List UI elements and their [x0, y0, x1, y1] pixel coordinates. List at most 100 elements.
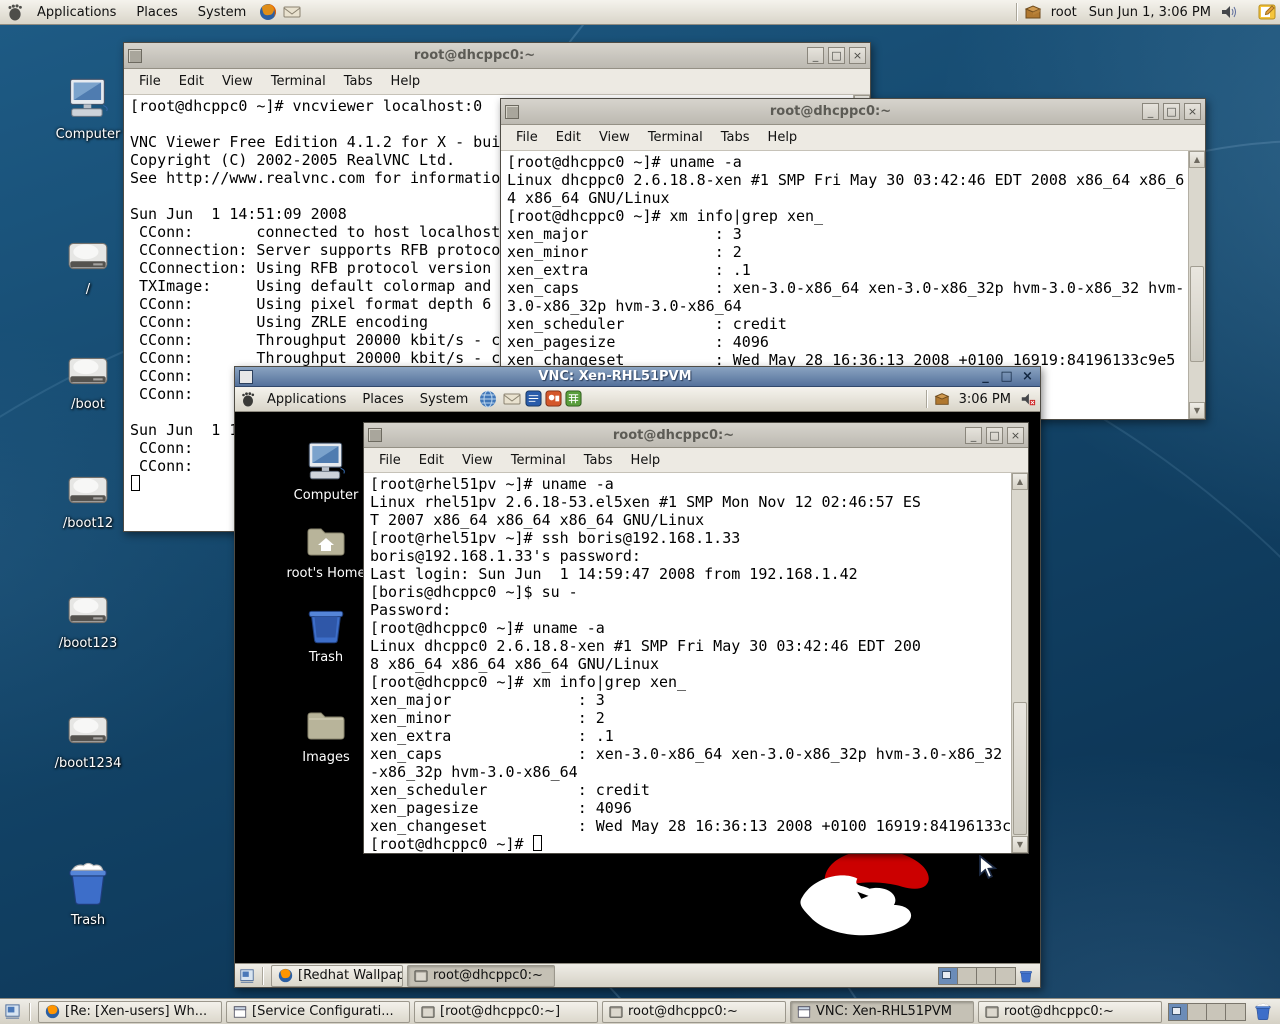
vnc-titlebar[interactable]: VNC: Xen-RHL51PVM _ □ ×: [235, 367, 1040, 387]
task-button-terminal-1[interactable]: root@dhcppc0:~: [602, 1001, 786, 1023]
minimize-button[interactable]: _: [977, 368, 994, 385]
notes-applet-icon[interactable]: [1258, 3, 1276, 21]
trash-applet-icon[interactable]: [1253, 1002, 1273, 1022]
close-button[interactable]: ×: [1019, 368, 1036, 385]
terminal1-titlebar[interactable]: root@dhcppc0:~ _ □ ×: [124, 43, 870, 69]
workspace-1[interactable]: [939, 968, 958, 984]
task-button-service-config[interactable]: [Service Configurati...: [226, 1001, 410, 1023]
menu-edit[interactable]: Edit: [410, 453, 453, 468]
menu-tabs[interactable]: Tabs: [335, 74, 382, 89]
vnc-icon-computer[interactable]: Computer: [278, 440, 374, 503]
minimize-button[interactable]: _: [807, 47, 824, 64]
package-updater-icon[interactable]: [934, 391, 950, 407]
workspace-4[interactable]: [996, 968, 1015, 984]
menu-file[interactable]: File: [507, 130, 547, 145]
close-button[interactable]: ×: [849, 47, 866, 64]
workspace-3[interactable]: [977, 968, 996, 984]
menu-view[interactable]: View: [453, 453, 502, 468]
workspace-1[interactable]: [1169, 1004, 1188, 1020]
workspace-2[interactable]: [1188, 1004, 1207, 1020]
terminal-icon: [368, 428, 382, 442]
close-button[interactable]: ×: [1184, 103, 1201, 120]
desktop-icon-boot1234[interactable]: /boot1234: [38, 707, 138, 771]
show-desktop-icon[interactable]: [4, 1003, 22, 1021]
minimize-button[interactable]: _: [965, 427, 982, 444]
scrollbar-thumb[interactable]: [1190, 266, 1204, 362]
workspace-4[interactable]: [1226, 1004, 1245, 1020]
openoffice-writer-icon[interactable]: [525, 390, 543, 408]
firefox-launcher-icon[interactable]: [259, 3, 277, 21]
menu-terminal[interactable]: Terminal: [502, 453, 575, 468]
terminal2-scrollbar[interactable]: ▲ ▼: [1188, 151, 1205, 419]
task-button-terminal[interactable]: root@dhcppc0:~: [407, 965, 555, 987]
menu-places[interactable]: Places: [354, 387, 411, 411]
vnc-terminal-titlebar[interactable]: root@dhcppc0:~ _ □ ×: [364, 423, 1028, 448]
menu-tabs[interactable]: Tabs: [712, 130, 759, 145]
menu-help[interactable]: Help: [759, 130, 807, 145]
workspace-3[interactable]: [1207, 1004, 1226, 1020]
menu-file[interactable]: File: [370, 453, 410, 468]
terminal2-titlebar[interactable]: root@dhcppc0:~ _ □ ×: [501, 99, 1205, 125]
task-button-mail-message[interactable]: [Re: [Xen-users] Wh...: [38, 1001, 222, 1023]
vnc-terminal-body[interactable]: [root@rhel51pv ~]# uname -a Linux rhel51…: [364, 473, 1028, 853]
menu-view[interactable]: View: [590, 130, 639, 145]
close-button[interactable]: ×: [1007, 427, 1024, 444]
openoffice-impress-icon[interactable]: [545, 390, 563, 408]
maximize-button[interactable]: □: [1163, 103, 1180, 120]
menu-view[interactable]: View: [213, 74, 262, 89]
menu-terminal[interactable]: Terminal: [262, 74, 335, 89]
vnc-terminal-scrollbar[interactable]: ▲ ▼: [1011, 473, 1028, 853]
taskbar-separator: [262, 967, 263, 985]
menu-edit[interactable]: Edit: [170, 74, 213, 89]
desktop-icon-trash[interactable]: Trash: [38, 860, 138, 928]
terminal1-title: root@dhcppc0:~: [146, 48, 803, 63]
menu-places[interactable]: Places: [126, 0, 187, 24]
maximize-button[interactable]: □: [986, 427, 1003, 444]
menu-terminal[interactable]: Terminal: [639, 130, 712, 145]
mouse-cursor: [977, 855, 999, 881]
user-switcher[interactable]: root: [1045, 5, 1083, 20]
evolution-mail-icon[interactable]: [503, 390, 521, 408]
clock[interactable]: Sun Jun 1, 3:06 PM: [1083, 5, 1217, 20]
scroll-up-button[interactable]: ▲: [1189, 151, 1205, 168]
vnc-icon-trash[interactable]: Trash: [278, 602, 374, 665]
gnome-foot-icon[interactable]: [6, 3, 24, 21]
menu-applications[interactable]: Applications: [259, 387, 354, 411]
vnc-terminal-cursor: [533, 835, 542, 851]
package-updater-icon[interactable]: [1024, 3, 1042, 21]
trash-applet-icon[interactable]: [1018, 968, 1034, 984]
desktop-icon-boot123[interactable]: /boot123: [38, 587, 138, 651]
vnc-clock[interactable]: 3:06 PM: [953, 392, 1017, 407]
maximize-button[interactable]: □: [998, 368, 1015, 385]
menu-tabs[interactable]: Tabs: [575, 453, 622, 468]
task-button-terminal-minimized[interactable]: [root@dhcppc0:~]: [414, 1001, 598, 1023]
minimize-button[interactable]: _: [1142, 103, 1159, 120]
vnc-icon-images[interactable]: Images: [278, 704, 374, 765]
scroll-down-button[interactable]: ▼: [1189, 402, 1205, 419]
menu-file[interactable]: File: [130, 74, 170, 89]
scrollbar-thumb[interactable]: [1013, 702, 1027, 835]
scroll-down-button[interactable]: ▼: [1012, 836, 1028, 853]
menu-edit[interactable]: Edit: [547, 130, 590, 145]
menu-help[interactable]: Help: [622, 453, 670, 468]
menu-applications[interactable]: Applications: [27, 0, 126, 24]
terminal2-menubar: File Edit View Terminal Tabs Help: [501, 125, 1205, 151]
task-button-terminal-2[interactable]: root@dhcppc0:~: [978, 1001, 1162, 1023]
menu-system[interactable]: System: [412, 387, 476, 411]
show-desktop-icon[interactable]: [239, 968, 255, 984]
workspace-2[interactable]: [958, 968, 977, 984]
maximize-button[interactable]: □: [828, 47, 845, 64]
scroll-up-button[interactable]: ▲: [1012, 473, 1028, 490]
task-button-vnc-viewer[interactable]: VNC: Xen-RHL51PVM: [790, 1001, 974, 1023]
evolution-mail-icon[interactable]: [283, 3, 301, 21]
vnc-icon-roots-home[interactable]: root's Home: [278, 520, 374, 581]
volume-icon[interactable]: [1220, 3, 1238, 21]
web-browser-icon[interactable]: [479, 390, 497, 408]
menu-system[interactable]: System: [188, 0, 256, 24]
volume-muted-icon[interactable]: [1020, 391, 1036, 407]
menu-help[interactable]: Help: [382, 74, 430, 89]
task-button-firefox[interactable]: [Redhat Wallpap...: [271, 965, 403, 987]
openoffice-calc-icon[interactable]: [565, 390, 583, 408]
gnome-foot-icon[interactable]: [240, 391, 256, 407]
task-button-label: [root@dhcppc0:~]: [440, 1004, 560, 1019]
